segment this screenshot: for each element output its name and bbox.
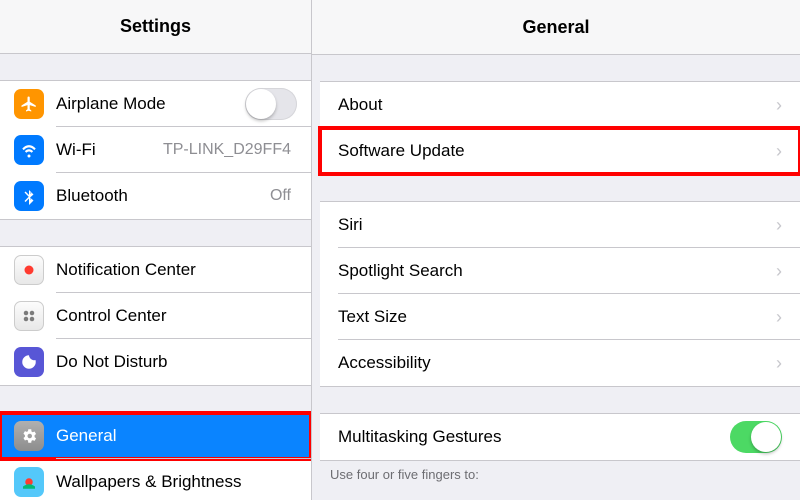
detail-group-about: About › Software Update › [320, 81, 800, 175]
chevron-right-icon: › [776, 215, 782, 236]
multitasking-toggle[interactable] [730, 421, 782, 453]
multitasking-footer: Use four or five fingers to: [312, 461, 800, 482]
detail-item-label: About [338, 95, 776, 115]
sidebar-item-label: Do Not Disturb [56, 352, 297, 372]
sidebar-item-bluetooth[interactable]: Bluetooth Off [0, 173, 311, 219]
sidebar-item-label: Airplane Mode [56, 94, 245, 114]
detail-item-label: Text Size [338, 307, 776, 327]
airplane-toggle[interactable] [245, 88, 297, 120]
detail-item-label: Multitasking Gestures [338, 427, 730, 447]
detail-item-accessibility[interactable]: Accessibility › [320, 340, 800, 386]
sidebar-item-label: Wallpapers & Brightness [56, 472, 297, 492]
control-center-icon [14, 301, 44, 331]
detail-item-software-update[interactable]: Software Update › [320, 128, 800, 174]
chevron-right-icon: › [776, 141, 782, 162]
sidebar-item-wifi[interactable]: Wi-Fi TP-LINK_D29FF4 [0, 127, 311, 173]
chevron-right-icon: › [776, 353, 782, 374]
airplane-icon [14, 89, 44, 119]
detail-item-label: Accessibility [338, 353, 776, 373]
detail-item-textsize[interactable]: Text Size › [320, 294, 800, 340]
sidebar-item-notification-center[interactable]: Notification Center [0, 247, 311, 293]
detail-item-siri[interactable]: Siri › [320, 202, 800, 248]
sidebar-item-airplane[interactable]: Airplane Mode [0, 81, 311, 127]
sidebar-item-label: Bluetooth [56, 186, 270, 206]
sidebar-item-dnd[interactable]: Do Not Disturb [0, 339, 311, 385]
sidebar-item-label: General [56, 426, 297, 446]
sidebar-group-general: General Wallpapers & Brightness [0, 412, 311, 500]
detail-item-about[interactable]: About › [320, 82, 800, 128]
sidebar-group-network: Airplane Mode Wi-Fi TP-LINK_D29FF4 Bluet… [0, 80, 311, 220]
detail-group-multitasking: Multitasking Gestures [320, 413, 800, 461]
chevron-right-icon: › [776, 95, 782, 116]
detail-item-spotlight[interactable]: Spotlight Search › [320, 248, 800, 294]
sidebar-item-label: Notification Center [56, 260, 297, 280]
gear-icon [14, 421, 44, 451]
settings-sidebar: Settings Airplane Mode Wi-Fi TP-LINK_D29… [0, 0, 312, 500]
detail-group-siri: Siri › Spotlight Search › Text Size › Ac… [320, 201, 800, 387]
detail-item-label: Software Update [338, 141, 776, 161]
bluetooth-icon [14, 181, 44, 211]
chevron-right-icon: › [776, 307, 782, 328]
sidebar-item-general[interactable]: General [0, 413, 311, 459]
detail-item-label: Spotlight Search [338, 261, 776, 281]
bluetooth-value: Off [270, 187, 291, 205]
sidebar-group-centers: Notification Center Control Center Do No… [0, 246, 311, 386]
sidebar-item-label: Control Center [56, 306, 297, 326]
detail-title: General [312, 0, 800, 55]
sidebar-title: Settings [0, 0, 311, 54]
sidebar-item-control-center[interactable]: Control Center [0, 293, 311, 339]
sidebar-item-wallpapers[interactable]: Wallpapers & Brightness [0, 459, 311, 500]
wifi-icon [14, 135, 44, 165]
dnd-moon-icon [14, 347, 44, 377]
detail-item-label: Siri [338, 215, 776, 235]
wallpaper-icon [14, 467, 44, 497]
notification-icon [14, 255, 44, 285]
chevron-right-icon: › [776, 261, 782, 282]
wifi-value: TP-LINK_D29FF4 [163, 141, 291, 159]
detail-item-multitasking[interactable]: Multitasking Gestures [320, 414, 800, 460]
detail-panel: General About › Software Update › Siri ›… [312, 0, 800, 500]
sidebar-item-label: Wi-Fi [56, 140, 163, 160]
